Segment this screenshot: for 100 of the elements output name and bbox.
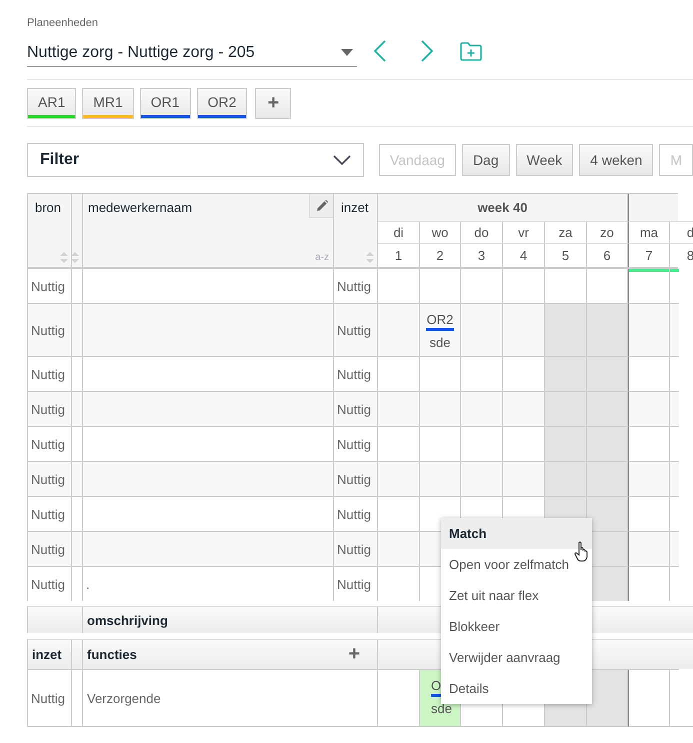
add-button[interactable]: +	[348, 643, 360, 666]
chevron-right-icon[interactable]	[421, 40, 433, 62]
table-cell	[587, 427, 628, 462]
column-header[interactable]: bron	[35, 200, 62, 215]
shift-subtext: sde	[431, 701, 452, 716]
menu-item[interactable]: Zet uit naar flex	[441, 580, 592, 611]
shift-code[interactable]: O	[431, 678, 442, 693]
table-cell	[587, 304, 628, 357]
tag-button[interactable]: OR1	[140, 88, 191, 119]
column-header[interactable]: medewerkernaam	[88, 200, 192, 215]
table-cell	[628, 567, 670, 601]
table-cell	[378, 497, 420, 532]
day-name: ma	[628, 222, 670, 244]
table-cell	[420, 427, 461, 462]
sort-icon[interactable]	[366, 252, 374, 263]
caret-icon	[341, 49, 353, 56]
header-cell	[28, 606, 83, 633]
table-cell: Nuttig	[28, 462, 72, 497]
column-header: inzet	[28, 639, 72, 669]
table-cell	[378, 427, 420, 462]
shift-subtext: sde	[430, 335, 450, 350]
table-cell	[72, 532, 83, 567]
chevron-down-icon	[332, 155, 351, 165]
table-cell	[461, 427, 503, 462]
folder-plus-icon[interactable]	[460, 42, 482, 60]
day-number: 1	[378, 244, 420, 267]
table-cell	[545, 462, 587, 497]
add-button[interactable]: +	[255, 88, 292, 119]
sort-icon[interactable]	[60, 252, 68, 263]
table-cell	[503, 392, 545, 427]
table-cell: Nuttig	[28, 392, 72, 427]
table-cell	[545, 304, 587, 357]
table-cell: Nuttig	[334, 269, 378, 304]
table-cell: Nuttig	[334, 532, 378, 567]
shift-code[interactable]: OR2	[426, 312, 454, 327]
table-cell	[461, 392, 503, 427]
menu-item[interactable]: Blokkeer	[441, 611, 592, 642]
table-cell: Nuttig	[28, 304, 72, 357]
table-cell: Nuttig	[334, 304, 378, 357]
day-name: wo	[420, 222, 461, 244]
table-cell	[503, 427, 545, 462]
table-cell	[420, 462, 461, 497]
table-cell	[587, 462, 628, 497]
view-button[interactable]: Week	[516, 144, 574, 176]
table-cell	[461, 462, 503, 497]
edit-button[interactable]	[309, 194, 333, 218]
day-number: 7	[628, 244, 670, 267]
table-cell: Nuttig	[28, 532, 72, 567]
chevron-left-icon[interactable]	[374, 40, 386, 62]
table-cell: Nuttig	[28, 269, 72, 304]
day-number: 5	[545, 244, 587, 267]
table-cell	[72, 392, 83, 427]
sort-icon[interactable]	[71, 252, 79, 263]
day-name: zo	[587, 222, 628, 244]
unit-dropdown[interactable]: Nuttige zorg - Nuttige zorg - 205	[27, 39, 357, 67]
table-cell	[587, 392, 628, 427]
table-cell	[587, 497, 628, 532]
table-cell	[628, 532, 670, 567]
table-cell: Nuttig	[334, 497, 378, 532]
day-number: 4	[503, 244, 545, 267]
table-cell	[72, 427, 83, 462]
table-cell	[503, 304, 545, 357]
table-cell: Nuttig	[334, 462, 378, 497]
day-number: 2	[420, 244, 461, 267]
day-number: 6	[587, 244, 628, 267]
table-cell	[378, 392, 420, 427]
table-cell: Nuttig	[334, 427, 378, 462]
column-header: functies	[87, 647, 137, 662]
menu-item[interactable]: Verwijder aanvraag	[441, 642, 592, 673]
menu-item[interactable]: Open voor zelfmatch	[441, 549, 592, 580]
table-cell	[545, 392, 587, 427]
pencil-icon	[316, 200, 328, 212]
table-cell	[503, 462, 545, 497]
tag-button[interactable]: AR1	[27, 88, 76, 119]
table-cell	[72, 497, 83, 532]
table-cell	[378, 462, 420, 497]
tag-button[interactable]: MR1	[82, 88, 134, 119]
day-number: 3	[461, 244, 503, 267]
table-cell: Verzorgende	[83, 670, 378, 727]
column-header[interactable]: inzet	[341, 200, 368, 215]
table-cell	[72, 462, 83, 497]
day-name: di	[378, 222, 420, 244]
field-label: Planeenheden	[27, 17, 99, 31]
day-name: d	[670, 222, 693, 244]
filter-dropdown[interactable]: Filter	[27, 143, 364, 177]
table-cell: Nuttig	[334, 357, 378, 392]
tag-button[interactable]: OR2	[196, 88, 248, 119]
view-button[interactable]: 4 weken	[579, 144, 654, 176]
table-cell: Nuttig	[28, 357, 72, 392]
table-cell	[378, 532, 420, 567]
column-header: omschrijving	[83, 606, 378, 633]
menu-item[interactable]: Match	[441, 518, 592, 549]
table-cell: Nuttig	[28, 427, 72, 462]
table-cell	[628, 462, 670, 497]
table-cell	[420, 392, 461, 427]
table-cell: Nuttig	[334, 392, 378, 427]
view-button[interactable]: Dag	[462, 144, 510, 176]
table-cell	[545, 427, 587, 462]
day-name: za	[545, 222, 587, 244]
table-cell	[628, 427, 670, 462]
